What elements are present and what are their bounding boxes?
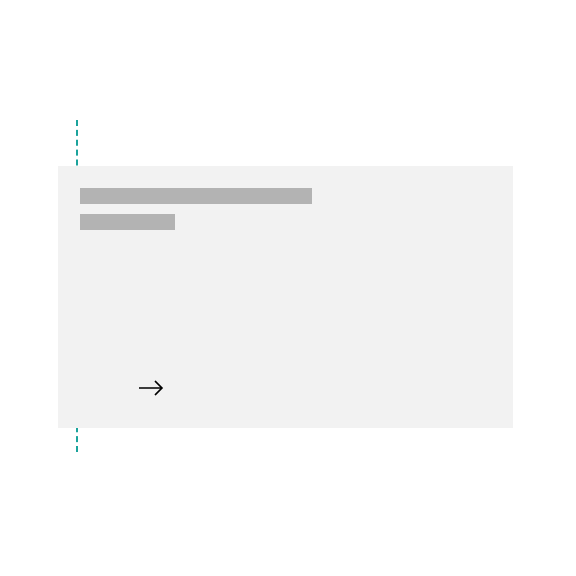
stage: [0, 0, 576, 576]
skeleton-line: [80, 188, 312, 204]
skeleton-line: [80, 214, 175, 230]
arrow-right-icon[interactable]: [138, 378, 166, 398]
content-card: [58, 166, 513, 428]
